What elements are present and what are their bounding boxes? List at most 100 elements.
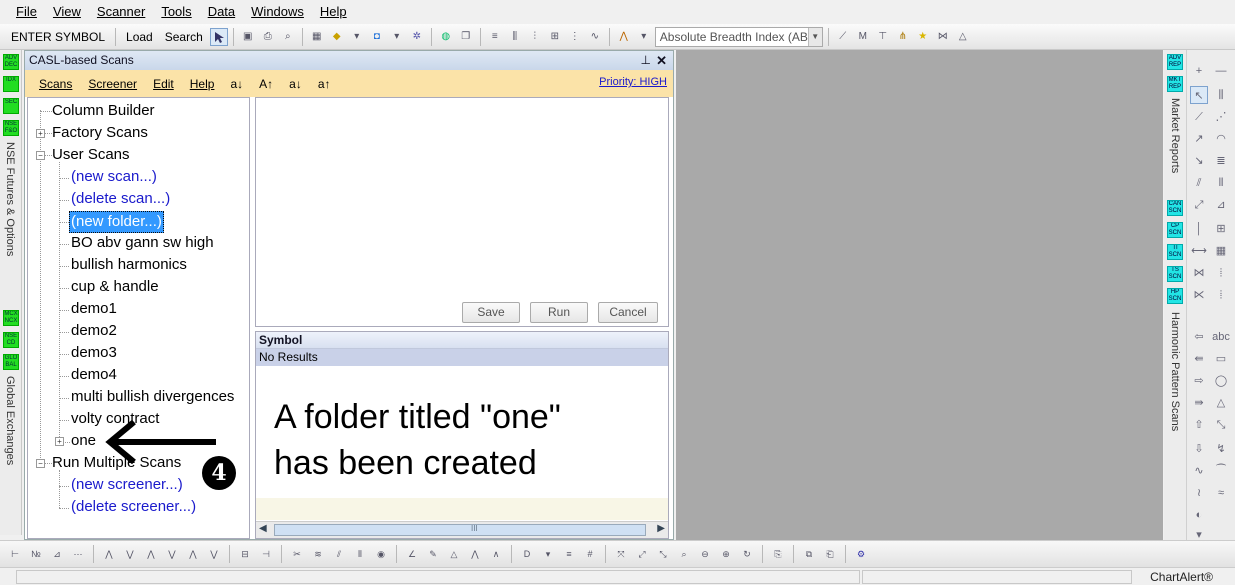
tree-item-user-scans[interactable]: User Scans xyxy=(52,145,130,165)
pattern-f-icon[interactable]: ⋁ xyxy=(205,545,223,563)
load-button[interactable]: Load xyxy=(121,26,158,48)
mkt-rep-button[interactable]: MKT REP xyxy=(1167,76,1183,92)
crosshair-icon[interactable]: + xyxy=(1190,62,1208,80)
wave-icon[interactable]: ⁀ xyxy=(1212,462,1230,480)
ts-scn-button[interactable]: TS SCN xyxy=(1167,266,1183,282)
bars-icon[interactable]: ⦀ xyxy=(351,545,369,563)
submenu-edit[interactable]: Edit xyxy=(145,77,182,91)
trendline-icon[interactable]: ⟋ xyxy=(1190,108,1208,126)
arc-icon[interactable]: ◠ xyxy=(1212,130,1230,148)
adv-rep-button[interactable]: ADV REP xyxy=(1167,54,1183,70)
close-icon[interactable]: ✕ xyxy=(656,51,667,70)
harmonic-pattern-scans-tab[interactable]: Harmonic Pattern Scans xyxy=(1169,312,1181,431)
ma-icon[interactable]: ∿ xyxy=(586,28,604,46)
market-reports-tab[interactable]: Market Reports xyxy=(1169,98,1181,173)
angle-icon[interactable]: ∠ xyxy=(403,545,421,563)
segment-icon[interactable]: ⟷ xyxy=(1190,242,1208,260)
tree-item-scan[interactable]: demo4 xyxy=(71,365,117,385)
save-button[interactable]: Save xyxy=(462,302,520,323)
resize-icon[interactable]: ⤡ xyxy=(654,545,672,563)
tree-item-new-scan[interactable]: (new scan...) xyxy=(71,167,157,187)
zoom-out-icon[interactable]: ⊖ xyxy=(696,545,714,563)
slope-icon[interactable]: ⫽ xyxy=(330,545,348,563)
scroll-thumb[interactable]: III xyxy=(274,524,646,536)
adv-dec-button[interactable]: ADV DEC xyxy=(3,54,19,70)
arrow-right-icon[interactable]: ⇨ xyxy=(1190,372,1208,390)
on-toggle-icon[interactable]: ◐ xyxy=(1190,506,1208,524)
d-dropdown-icon[interactable]: D xyxy=(518,545,536,563)
sl-line2-icon[interactable]: ↘ xyxy=(1190,152,1208,170)
cp-scn-button[interactable]: CP SCN xyxy=(1167,222,1183,238)
trend-icon[interactable]: ⋀ xyxy=(615,28,633,46)
results-column-header[interactable]: Symbol xyxy=(256,332,668,349)
pattern-abc-icon[interactable]: ∿ xyxy=(1190,462,1208,480)
save-disk-icon[interactable]: ▣ xyxy=(239,28,257,46)
cursor-tool-icon[interactable] xyxy=(209,27,228,46)
submenu-screener[interactable]: Screener xyxy=(80,77,145,91)
can-scn-button[interactable]: CAN SCN xyxy=(1167,200,1183,216)
expand-plus-icon[interactable]: + xyxy=(36,129,45,138)
expand-icon[interactable]: ⤢ xyxy=(633,545,651,563)
numbered-icon[interactable]: № xyxy=(27,545,45,563)
font-decrease-icon[interactable]: a↓ xyxy=(222,77,251,91)
tree-item-scan[interactable]: demo3 xyxy=(71,343,117,363)
settings-icon[interactable]: ⚙ xyxy=(852,545,870,563)
tree-item-column-builder[interactable]: Column Builder xyxy=(52,101,155,121)
rectangle-icon[interactable]: ▭ xyxy=(1212,350,1230,368)
hp-scn-button[interactable]: HP SCN xyxy=(1167,288,1183,304)
expand-plus-icon[interactable]: + xyxy=(55,437,64,446)
vlines-icon[interactable]: ⫼ xyxy=(1212,86,1230,104)
tree-item-scan[interactable]: demo1 xyxy=(71,299,117,319)
scroll-right-icon[interactable]: ▶ xyxy=(657,523,665,534)
pointer-icon[interactable]: ↖ xyxy=(1190,86,1208,104)
list-icon[interactable]: ≡ xyxy=(486,28,504,46)
collapse-minus-icon[interactable]: − xyxy=(36,459,45,468)
fib-lines-icon[interactable]: ≣ xyxy=(1212,152,1230,170)
menu-data[interactable]: Data xyxy=(200,0,243,24)
window-icon[interactable]: ❐ xyxy=(457,28,475,46)
paste-icon[interactable]: ⎗ xyxy=(821,545,839,563)
bulls-icon[interactable]: ⋔ xyxy=(894,28,912,46)
pattern2-icon[interactable]: ⋉ xyxy=(1190,286,1208,304)
menu-windows[interactable]: Windows xyxy=(243,0,312,24)
curve-arrow-icon[interactable]: ↯ xyxy=(1212,440,1230,458)
arrow-left-icon[interactable]: ⇦ xyxy=(1190,328,1208,346)
align2-icon[interactable]: ⊣ xyxy=(257,545,275,563)
grid-icon[interactable]: ⊞ xyxy=(1212,220,1230,238)
chart-workspace[interactable] xyxy=(676,50,1163,540)
52w-hilo-icon[interactable]: ⊞ xyxy=(546,28,564,46)
priority-link[interactable]: Priority: HIGH xyxy=(599,76,667,88)
global-button[interactable]: GLO BAL xyxy=(3,354,19,370)
linear-icon[interactable]: ≡ xyxy=(560,545,578,563)
triangle-numbered-icon[interactable]: ⊿ xyxy=(48,545,66,563)
chevron-down-icon[interactable]: ▾ xyxy=(635,28,653,46)
zoom-icon[interactable]: ⌕ xyxy=(675,545,693,563)
arrow-up-icon[interactable]: ⇧ xyxy=(1190,416,1208,434)
circle-badge-icon[interactable]: ◉ xyxy=(372,545,390,563)
tree-item-folder-one[interactable]: one xyxy=(71,431,96,451)
abc-text-icon[interactable]: ∧ xyxy=(487,545,505,563)
hline-tool-icon[interactable]: — xyxy=(1212,62,1230,80)
align-icon[interactable]: ⊟ xyxy=(236,545,254,563)
tree-item-delete-scan[interactable]: (delete scan...) xyxy=(71,189,170,209)
diamond-icon[interactable]: ◆ xyxy=(328,28,346,46)
horizontal-scrollbar[interactable]: ◀ III ▶ xyxy=(256,521,668,538)
submenu-scans[interactable]: Scans xyxy=(31,77,80,91)
triangle-tool-icon[interactable]: △ xyxy=(445,545,463,563)
tree-item-new-folder[interactable]: (new folder...) xyxy=(69,211,164,233)
scissors-icon[interactable]: ✂ xyxy=(288,545,306,563)
pattern-b-icon[interactable]: ⋁ xyxy=(121,545,139,563)
menu-tools[interactable]: Tools xyxy=(153,0,199,24)
tree-item-scan[interactable]: bullish harmonics xyxy=(71,255,187,275)
ellipse-icon[interactable]: ◯ xyxy=(1212,372,1230,390)
pattern-c-icon[interactable]: ⋀ xyxy=(142,545,160,563)
scan-editor-area[interactable]: Save Run Cancel xyxy=(255,97,669,327)
pin-icon[interactable]: ⊥ xyxy=(641,51,651,70)
pitchfork-icon[interactable]: ⋈ xyxy=(934,28,952,46)
time-zones-icon[interactable]: ⦀ xyxy=(1212,174,1230,192)
scroll-left-icon[interactable]: ◀ xyxy=(259,523,267,534)
channel-icon[interactable]: ⫽ xyxy=(1190,174,1208,192)
vertical-line-icon[interactable]: │ xyxy=(1190,220,1208,238)
cow-tam-icon[interactable]: ⊤ xyxy=(874,28,892,46)
arrow-right2-icon[interactable]: ⇛ xyxy=(1190,394,1208,412)
